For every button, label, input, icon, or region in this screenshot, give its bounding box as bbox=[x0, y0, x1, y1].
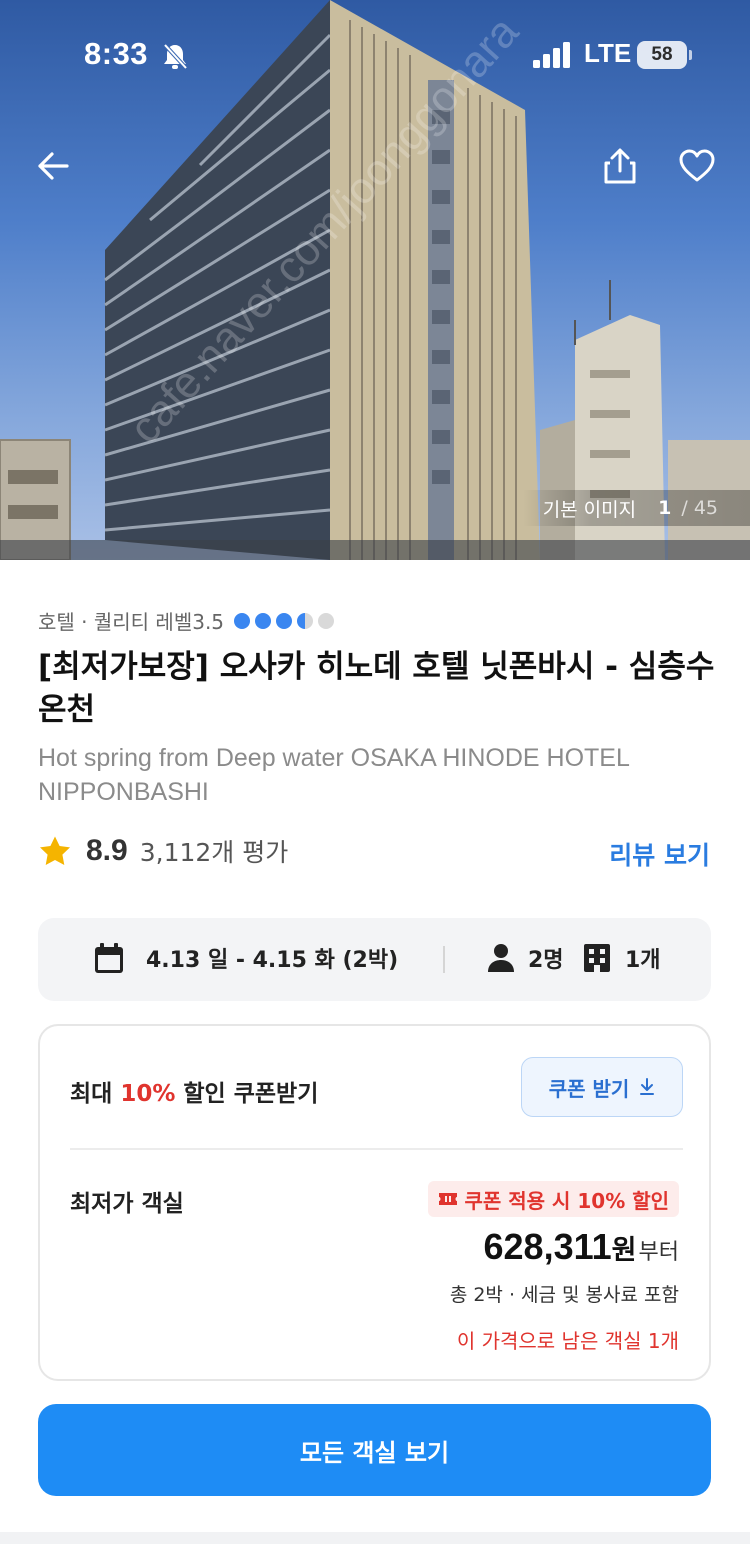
review-link[interactable]: 리뷰 보기 bbox=[609, 836, 710, 872]
tax-note: 총 2박 · 세금 및 봉사료 포함 bbox=[449, 1284, 679, 1306]
quality-dot bbox=[318, 612, 335, 629]
building-icon bbox=[584, 944, 610, 972]
coupon-promo-percent: 10% bbox=[120, 1081, 176, 1107]
card-divider bbox=[70, 1148, 683, 1150]
category-row: 호텔 · 퀄리티 레벨3.5 bbox=[38, 606, 335, 635]
date-range: 4.13 일 - 4.15 화 (2박) bbox=[146, 948, 399, 973]
image-counter: 기본 이미지 1 / 45 bbox=[522, 490, 750, 526]
guest-selector[interactable]: 2명 bbox=[486, 942, 564, 974]
battery-tip bbox=[689, 50, 692, 60]
coupon-promo-suffix: 할인 쿠폰받기 bbox=[175, 1081, 319, 1107]
price-from-suffix: 부터 bbox=[638, 1240, 679, 1265]
image-counter-label: 기본 이미지 bbox=[542, 498, 637, 521]
get-coupon-button[interactable]: 쿠폰 받기 bbox=[521, 1057, 683, 1117]
date-selector[interactable]: 4.13 일 - 4.15 화 (2박) bbox=[94, 942, 398, 974]
view-all-rooms-label: 모든 객실 보기 bbox=[299, 1438, 450, 1467]
download-icon bbox=[640, 1078, 655, 1095]
status-bar: 8:33 LTE 58 bbox=[0, 0, 750, 110]
discount-badge: 쿠폰 적용 시 10% 할인 bbox=[428, 1181, 679, 1217]
coupon-icon bbox=[439, 1193, 458, 1205]
price-card: 최대 10% 할인 쿠폰받기 쿠폰 받기 최저가 객실 쿠폰 적용 시 10% … bbox=[38, 1024, 711, 1381]
quality-dot bbox=[276, 612, 293, 629]
coupon-promo-text: 최대 10% 할인 쿠폰받기 bbox=[70, 1074, 318, 1108]
image-counter-current: 1 bbox=[658, 497, 672, 519]
image-counter-total: / 45 bbox=[681, 497, 718, 519]
hotel-category: 호텔 · 퀄리티 레벨3.5 bbox=[38, 610, 225, 634]
lowest-room-label: 최저가 객실 bbox=[70, 1191, 184, 1217]
network-type: LTE bbox=[584, 38, 632, 68]
rating-row: 8.9 3,112개 평가 bbox=[38, 833, 288, 869]
share-icon bbox=[604, 148, 636, 184]
back-arrow-icon bbox=[38, 152, 69, 180]
bell-off-icon bbox=[163, 43, 188, 70]
search-divider bbox=[443, 946, 445, 973]
hotel-title: [최저가보장] 오사카 히노데 호텔 닛폰바시 - 심층수 온천 bbox=[38, 649, 715, 728]
share-button[interactable] bbox=[598, 143, 642, 189]
price-currency: 원 bbox=[611, 1235, 637, 1266]
heart-icon bbox=[679, 149, 715, 182]
guest-count: 2명 bbox=[528, 948, 564, 973]
status-time: 8:33 bbox=[84, 36, 149, 71]
view-all-rooms-button[interactable]: 모든 객실 보기 bbox=[38, 1404, 711, 1496]
quality-dot bbox=[297, 612, 314, 629]
room-selector[interactable]: 1개 bbox=[583, 942, 661, 974]
rating-count: 3,112개 평가 bbox=[139, 838, 289, 867]
coupon-promo-prefix: 최대 bbox=[70, 1081, 121, 1107]
search-conditions-bar: 4.13 일 - 4.15 화 (2박) 2명 1개 bbox=[38, 918, 711, 1001]
get-coupon-label: 쿠폰 받기 bbox=[548, 1076, 630, 1101]
quality-dot bbox=[234, 612, 251, 629]
price-line: 628,311 원 부터 bbox=[484, 1226, 679, 1268]
price-amount: 628,311 bbox=[483, 1226, 612, 1267]
person-icon bbox=[488, 944, 514, 972]
bottom-strip bbox=[0, 1532, 750, 1544]
star-icon bbox=[40, 836, 70, 865]
battery-level: 58 bbox=[637, 41, 687, 69]
calendar-icon bbox=[95, 943, 123, 973]
like-button[interactable] bbox=[673, 145, 721, 187]
rating-score: 8.9 bbox=[86, 834, 128, 867]
discount-badge-text: 쿠폰 적용 시 10% 할인 bbox=[464, 1188, 669, 1213]
back-button[interactable] bbox=[30, 145, 76, 187]
room-count: 1개 bbox=[625, 948, 661, 973]
quality-dot bbox=[255, 612, 272, 629]
quality-level-dots bbox=[234, 612, 335, 629]
hero-image[interactable]: cafe.naver.com/joonggonara 8:33 LTE 58 기… bbox=[0, 0, 750, 560]
signal-icon bbox=[533, 42, 570, 68]
rooms-remaining: 이 가격으로 남은 객실 1개 bbox=[456, 1329, 679, 1353]
hotel-english-name: Hot spring from Deep water OSAKA HINODE … bbox=[38, 744, 629, 806]
